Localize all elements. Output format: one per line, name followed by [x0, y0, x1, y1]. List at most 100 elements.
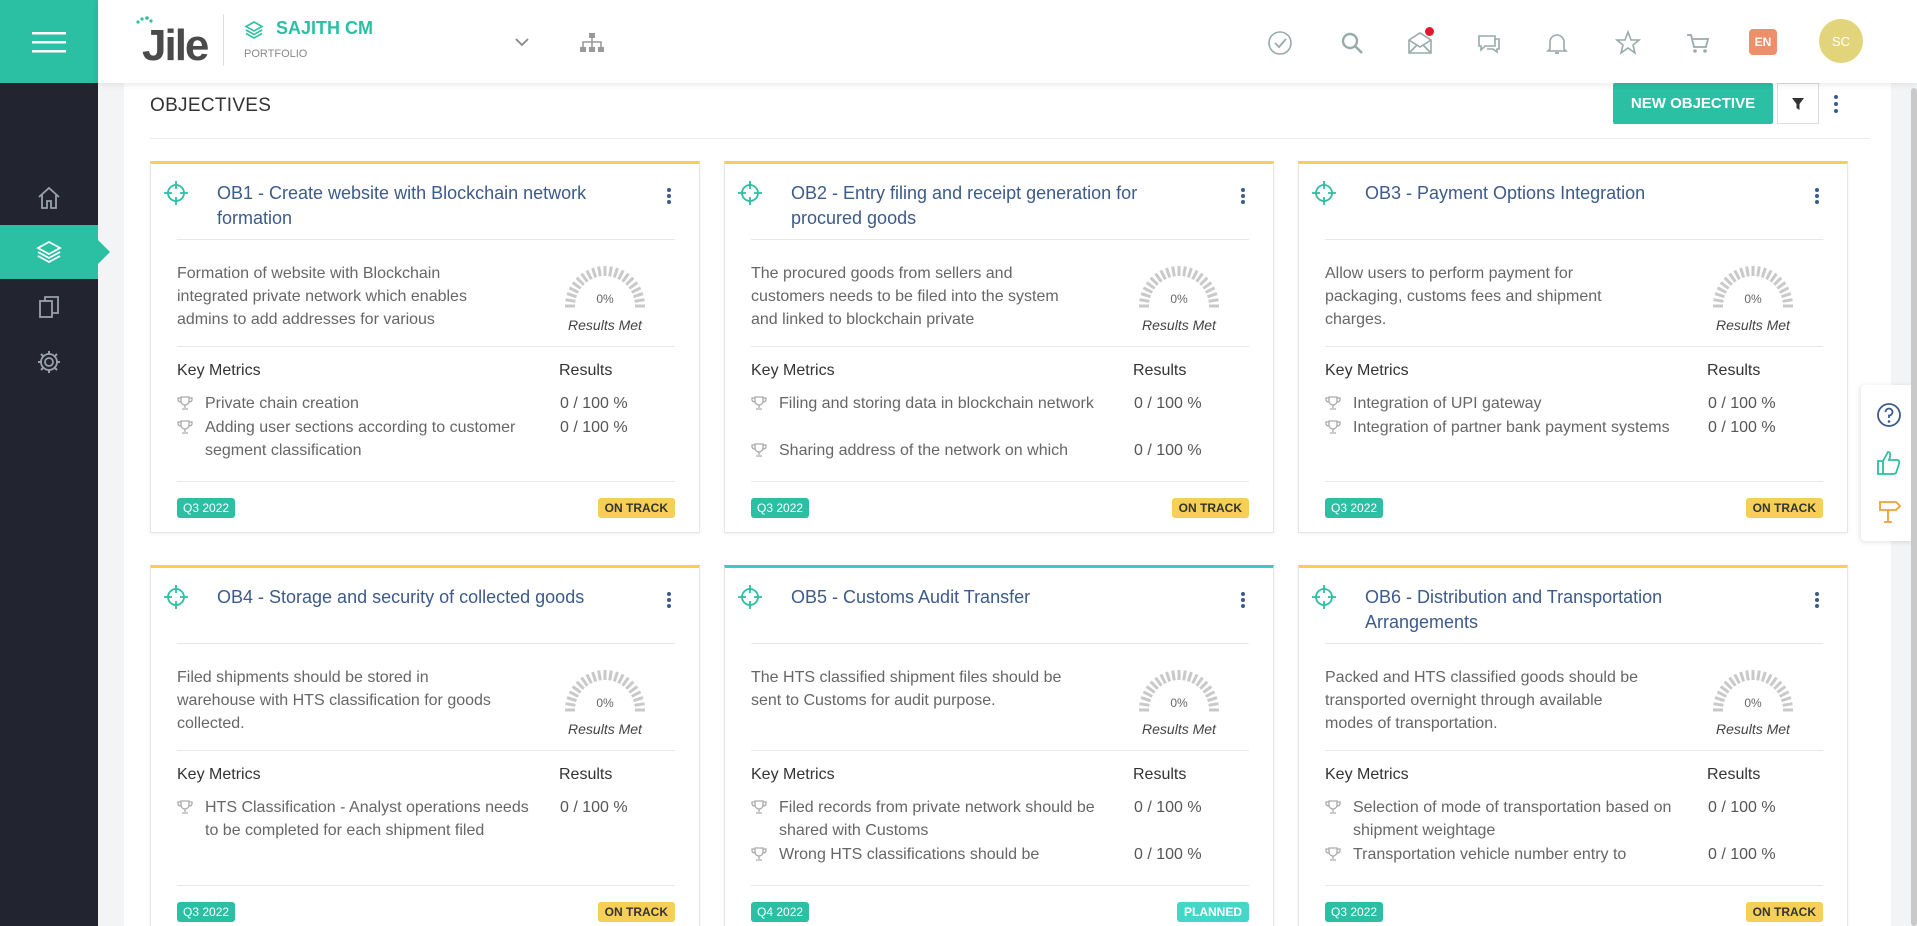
- hierarchy-icon[interactable]: [579, 32, 605, 54]
- language-button[interactable]: EN: [1749, 29, 1777, 55]
- more-options-icon[interactable]: [1813, 590, 1821, 610]
- results-met-label: Results Met: [1142, 317, 1216, 333]
- objective-title[interactable]: OB3 - Payment Options Integration: [1365, 181, 1765, 206]
- trophy-icon: [177, 396, 193, 410]
- trophy-icon: [177, 420, 193, 434]
- key-metric-name: Integration of UPI gateway: [1353, 395, 1542, 412]
- target-icon: [1312, 181, 1336, 205]
- key-metric-result: 0 / 100 %: [1708, 846, 1776, 863]
- filter-icon: [1792, 97, 1804, 110]
- objective-description: Formation of website with Blockchain int…: [177, 265, 467, 328]
- nav-objectives[interactable]: [0, 225, 110, 279]
- quarter-badge: Q4 2022: [751, 902, 810, 922]
- cart-icon: [1687, 34, 1710, 53]
- divider: [177, 750, 675, 751]
- key-metrics-heading: Key Metrics: [751, 766, 835, 783]
- divider: [751, 750, 1249, 751]
- help-icon[interactable]: [1875, 401, 1903, 429]
- more-options-icon[interactable]: [1239, 590, 1247, 610]
- more-options-icon[interactable]: [665, 186, 673, 206]
- divider: [1325, 885, 1823, 886]
- key-metric-name: Selection of mode of transportation base…: [1353, 799, 1672, 839]
- objective-title[interactable]: OB5 - Customs Audit Transfer: [791, 585, 1191, 610]
- thumbs-up-icon[interactable]: [1875, 449, 1903, 477]
- search-button[interactable]: [1339, 30, 1365, 56]
- key-metric-name: Private chain creation: [205, 395, 359, 412]
- divider: [1325, 643, 1823, 644]
- trophy-icon: [1325, 396, 1341, 410]
- objective-card[interactable]: OB4 - Storage and security of collected …: [150, 565, 700, 926]
- key-metrics-heading: Key Metrics: [177, 362, 261, 379]
- notifications-button[interactable]: [1544, 30, 1570, 56]
- user-avatar[interactable]: SC: [1819, 19, 1863, 63]
- key-metrics-heading: Key Metrics: [1325, 766, 1409, 783]
- objective-card[interactable]: OB2 - Entry filing and receipt generatio…: [724, 161, 1274, 533]
- more-options-icon[interactable]: [1239, 186, 1247, 206]
- objective-title[interactable]: OB2 - Entry filing and receipt generatio…: [791, 181, 1191, 231]
- status-badge: ON TRACK: [1745, 498, 1823, 518]
- status-badge: ON TRACK: [1745, 902, 1823, 922]
- objective-card[interactable]: OB3 - Payment Options Integration Allow u…: [1298, 161, 1848, 533]
- bell-icon: [1546, 34, 1568, 54]
- more-options-icon[interactable]: [1831, 93, 1841, 115]
- quarter-badge: Q3 2022: [177, 902, 236, 922]
- portfolio-name[interactable]: SAJITH CM: [276, 18, 373, 39]
- star-icon: [1614, 29, 1642, 55]
- more-options-icon[interactable]: [665, 590, 673, 610]
- portfolio-layers-icon: [244, 21, 264, 39]
- progress-percent: 0%: [596, 696, 614, 710]
- jile-logo[interactable]: Jile: [134, 16, 209, 68]
- nav-home[interactable]: [0, 171, 98, 225]
- results-met-label: Results Met: [568, 317, 642, 333]
- trophy-icon: [177, 800, 193, 814]
- divider: [751, 643, 1249, 644]
- more-options-icon[interactable]: [1813, 186, 1821, 206]
- check-circle-icon: [1268, 31, 1292, 55]
- divider: [1325, 239, 1823, 240]
- nav-documents[interactable]: [0, 280, 98, 334]
- objective-title[interactable]: OB1 - Create website with Blockchain net…: [217, 181, 617, 231]
- results-met-label: Results Met: [1142, 721, 1216, 737]
- mail-button[interactable]: [1407, 27, 1434, 56]
- results-met-label: Results Met: [1716, 317, 1790, 333]
- filter-button[interactable]: [1777, 83, 1819, 124]
- divider: [1325, 346, 1823, 347]
- chevron-down-icon[interactable]: [514, 36, 530, 48]
- objective-card[interactable]: OB6 - Distribution and Transportation Ar…: [1298, 565, 1848, 926]
- new-objective-button[interactable]: NEW OBJECTIVE: [1613, 83, 1773, 124]
- key-metrics-heading: Key Metrics: [177, 766, 261, 783]
- progress-percent: 0%: [1744, 696, 1762, 710]
- divider: [177, 885, 675, 886]
- key-metric-result: 0 / 100 %: [1708, 799, 1776, 816]
- scrollbar[interactable]: [1911, 88, 1917, 926]
- chat-icon: [1478, 35, 1500, 54]
- header-divider-line: [150, 138, 1870, 139]
- key-metric-name: Adding user sections according to custom…: [205, 419, 516, 459]
- key-metric-name: Sharing address of the network on which: [779, 442, 1069, 459]
- top-header: Jile SAJITH CM PORTFOLIO EN SC: [98, 0, 1917, 83]
- nav-settings[interactable]: [0, 335, 98, 389]
- target-icon: [164, 181, 188, 205]
- objective-title[interactable]: OB6 - Distribution and Transportation Ar…: [1365, 585, 1765, 635]
- trophy-icon: [751, 800, 767, 814]
- objective-title[interactable]: OB4 - Storage and security of collected …: [217, 585, 617, 610]
- objective-card[interactable]: OB1 - Create website with Blockchain net…: [150, 161, 700, 533]
- objective-description: The procured goods from sellers and cust…: [751, 265, 1059, 328]
- check-circle-button[interactable]: [1267, 30, 1293, 56]
- status-badge: ON TRACK: [597, 498, 675, 518]
- objective-description: The HTS classified shipment files should…: [751, 669, 1062, 709]
- divider: [177, 239, 675, 240]
- divider: [751, 346, 1249, 347]
- home-icon: [38, 186, 60, 209]
- trophy-icon: [751, 396, 767, 410]
- favorites-button[interactable]: [1614, 29, 1642, 56]
- target-icon: [1312, 585, 1336, 609]
- divider: [1325, 481, 1823, 482]
- signpost-icon[interactable]: [1875, 497, 1903, 525]
- cart-button[interactable]: [1685, 30, 1711, 56]
- objective-description: Packed and HTS classified goods should b…: [1325, 669, 1639, 732]
- hamburger-menu-button[interactable]: [0, 0, 98, 83]
- chat-button[interactable]: [1476, 30, 1502, 56]
- objective-card[interactable]: OB5 - Customs Audit Transfer The HTS clas…: [724, 565, 1274, 926]
- target-icon: [738, 181, 762, 205]
